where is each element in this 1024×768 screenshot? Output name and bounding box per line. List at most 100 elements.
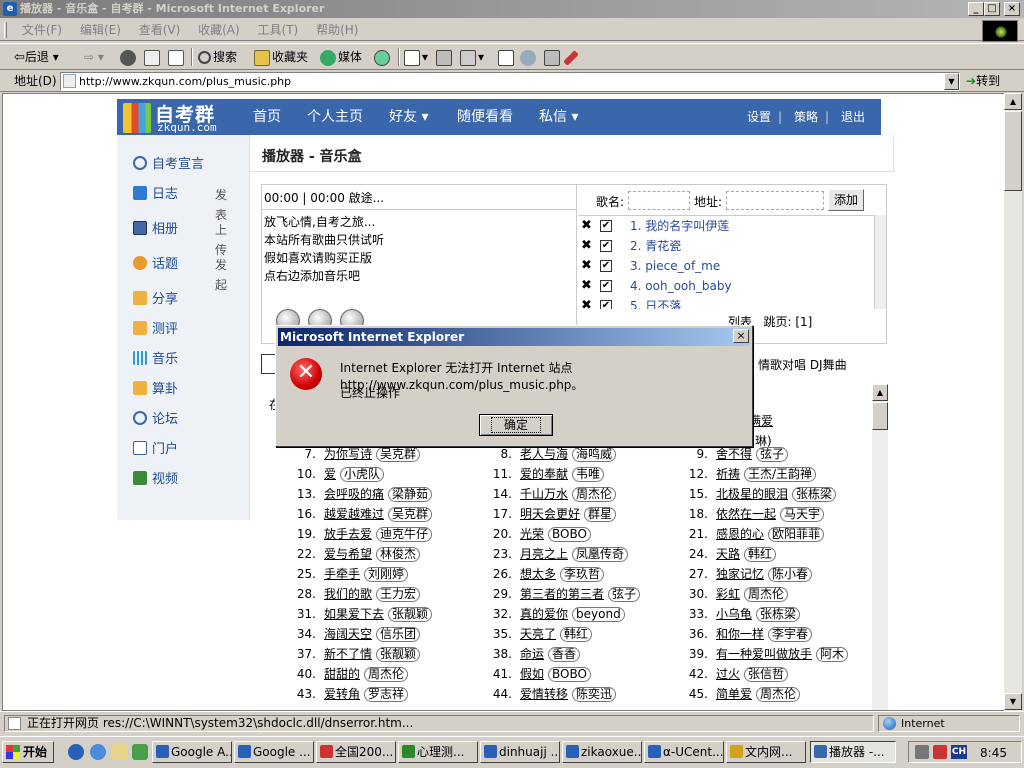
song-entry[interactable]: 11. 爱的奉献 韦唯 xyxy=(486,465,605,482)
song-title-link[interactable]: 依然在一起 xyxy=(716,507,776,521)
playlist-item[interactable]: ✖ ✔ 1. 我的名字叫伊莲 xyxy=(578,216,874,236)
language-indicator[interactable]: CH xyxy=(951,745,967,759)
song-entry[interactable]: 36. 和你一样 李宇春 xyxy=(682,625,813,642)
search-button[interactable]: 搜索 xyxy=(198,47,237,67)
artist-link[interactable]: 凤凰传奇 xyxy=(572,547,629,562)
sidebar-action-start[interactable]: 发起 xyxy=(215,255,227,295)
artist-link[interactable]: 周杰伦 xyxy=(756,687,801,702)
checkbox[interactable]: ✔ xyxy=(600,300,612,309)
song-title-link[interactable]: 爱的奉献 xyxy=(520,467,568,481)
song-entry[interactable]: 44. 爱情转移 陈奕迅 xyxy=(486,685,617,702)
artist-link[interactable]: 张栋梁 xyxy=(792,487,837,502)
sidebar-item-topic[interactable]: 话题 发起 xyxy=(133,255,227,292)
nav-home[interactable]: 首页 xyxy=(253,99,281,135)
song-title-link[interactable]: 手牵手 xyxy=(324,567,360,581)
song-title-link[interactable]: 千山万水 xyxy=(520,487,568,501)
song-title-link[interactable]: 放手去爱 xyxy=(324,527,372,541)
song-title-link[interactable]: 命运 xyxy=(520,647,544,661)
remove-icon[interactable]: ✖ xyxy=(581,256,592,276)
song-entry[interactable]: 24. 天路 韩红 xyxy=(682,545,777,562)
song-entry[interactable]: 12. 祈祷 王杰/王韵禅 xyxy=(682,465,817,482)
song-title-link[interactable]: 天亮了 xyxy=(520,627,556,641)
playlist-scrollbar[interactable] xyxy=(874,215,886,309)
artist-link[interactable]: 张信哲 xyxy=(744,667,789,682)
song-entry[interactable]: 18. 依然在一起 马天宇 xyxy=(682,505,825,522)
song-title-link[interactable]: 祈祷 xyxy=(716,467,740,481)
taskbar-button[interactable]: α-UCent... xyxy=(644,741,724,763)
artist-link[interactable]: 周杰伦 xyxy=(364,667,409,682)
song-title-link[interactable]: 爱 xyxy=(324,467,336,481)
song-entry[interactable]: 42. 过火 张信哲 xyxy=(682,665,789,682)
song-entry[interactable]: 7. 为你写诗 吴克群 xyxy=(290,445,421,462)
close-window-button[interactable]: × xyxy=(1004,2,1020,16)
playlist-item[interactable]: ✖ ✔ 4. ooh_ooh_baby xyxy=(578,276,874,296)
nav-policy[interactable]: 策略 xyxy=(794,99,818,135)
artist-link[interactable]: 梁静茹 xyxy=(388,487,433,502)
artist-link[interactable]: 陈奕迅 xyxy=(572,687,617,702)
song-entry[interactable]: 41. 假如 BOBO xyxy=(486,665,591,682)
taskbar-button[interactable]: Google ... xyxy=(234,741,314,763)
mail-button[interactable]: ▾ xyxy=(404,47,428,67)
messenger-button[interactable] xyxy=(520,47,538,67)
song-entry[interactable]: 28. 我们的歌 王力宏 xyxy=(290,585,421,602)
maximize-button[interactable]: □ xyxy=(984,2,1000,16)
refresh-button[interactable] xyxy=(144,47,162,67)
playlist-item[interactable]: ✖ ✔ 5. 日不落 xyxy=(578,296,874,309)
sidebar-item-video[interactable]: 视频 xyxy=(133,470,178,490)
song-entry[interactable]: 39. 有一种爱叫做放手 阿木 xyxy=(682,645,849,662)
song-title-link[interactable]: 爱与希望 xyxy=(324,547,372,561)
artist-link[interactable]: 马天宇 xyxy=(780,507,825,522)
ok-button[interactable]: 确定 xyxy=(479,414,553,436)
quicklaunch-browser-icon[interactable] xyxy=(90,744,106,760)
song-entry[interactable]: 26. 想太多 李玖哲 xyxy=(486,565,605,582)
remove-icon[interactable]: ✖ xyxy=(581,236,592,256)
quicklaunch-desktop-icon[interactable] xyxy=(112,744,128,760)
back-button[interactable]: ⇦后退 ▾ xyxy=(14,47,59,67)
artist-link[interactable]: 香香 xyxy=(548,647,581,662)
song-url-input[interactable] xyxy=(726,191,824,210)
song-title-link[interactable]: 第三者的第三者 xyxy=(520,587,604,601)
checkbox[interactable]: ✔ xyxy=(600,240,612,252)
song-list-scrollbar[interactable]: ▲ xyxy=(872,384,888,710)
artist-link[interactable]: 韩红 xyxy=(560,627,593,642)
artist-link[interactable]: BOBO xyxy=(548,667,591,682)
song-title-link[interactable]: 会呼吸的痛 xyxy=(324,487,384,501)
checkbox[interactable]: ✔ xyxy=(600,280,612,292)
quicklaunch-app-icon[interactable] xyxy=(132,744,148,760)
song-title-link[interactable]: 月亮之上 xyxy=(520,547,568,561)
song-entry[interactable]: 33. 小乌龟 张栋梁 xyxy=(682,605,801,622)
sidebar-item-album[interactable]: 相册 上传 xyxy=(133,220,227,257)
remove-icon[interactable]: ✖ xyxy=(581,216,592,236)
artist-link[interactable]: 吴克群 xyxy=(376,447,421,462)
song-title-link[interactable]: 想太多 xyxy=(520,567,556,581)
song-entry[interactable]: 31. 如果爱下去 张靓颖 xyxy=(290,605,433,622)
song-entry[interactable]: 9. 舍不得 弦子 xyxy=(682,445,789,462)
edit-button[interactable]: ▾ xyxy=(460,47,484,67)
song-title-link[interactable]: 光荣 xyxy=(520,527,544,541)
song-title-link[interactable]: 北极星的眼泪 xyxy=(716,487,788,501)
song-title-link[interactable]: 简单爱 xyxy=(716,687,752,701)
dialog-close-button[interactable]: × xyxy=(733,329,749,343)
taskbar-button[interactable]: 文内网... xyxy=(726,741,806,763)
taskbar-button[interactable]: Google A... xyxy=(152,741,232,763)
artist-link[interactable]: beyond xyxy=(572,607,625,622)
song-title-link[interactable]: 感恩的心 xyxy=(716,527,764,541)
song-entry[interactable]: 34. 海阔天空 信乐团 xyxy=(290,625,421,642)
song-entry[interactable]: 35. 天亮了 韩红 xyxy=(486,625,593,642)
song-entry[interactable]: 29. 第三者的第三者 弦子 xyxy=(486,585,641,602)
song-title-link[interactable]: 天路 xyxy=(716,547,740,561)
address-dropdown-button[interactable]: ▼ xyxy=(944,73,959,90)
artist-link[interactable]: 迪克牛仔 xyxy=(376,527,433,542)
sidebar-item-review[interactable]: 测评 xyxy=(133,320,178,340)
song-title-link[interactable]: 如果爱下去 xyxy=(324,607,384,621)
song-entry[interactable]: 21. 感恩的心 欧阳菲菲 xyxy=(682,525,825,542)
tool-button[interactable] xyxy=(563,47,579,67)
song-entry[interactable]: 20. 光荣 BOBO xyxy=(486,525,591,542)
sidebar-item-declaration[interactable]: 自考宣言 xyxy=(133,155,204,175)
taskbar-button[interactable]: 播放器 -... xyxy=(810,741,896,763)
history-button[interactable] xyxy=(374,47,392,67)
category-links[interactable]: 情歌对唱 DJ舞曲 xyxy=(758,356,847,373)
artist-link[interactable]: 小虎队 xyxy=(340,467,385,482)
sidebar-item-blog[interactable]: 日志 发表 xyxy=(133,185,227,222)
minimize-button[interactable]: _ xyxy=(968,2,984,16)
